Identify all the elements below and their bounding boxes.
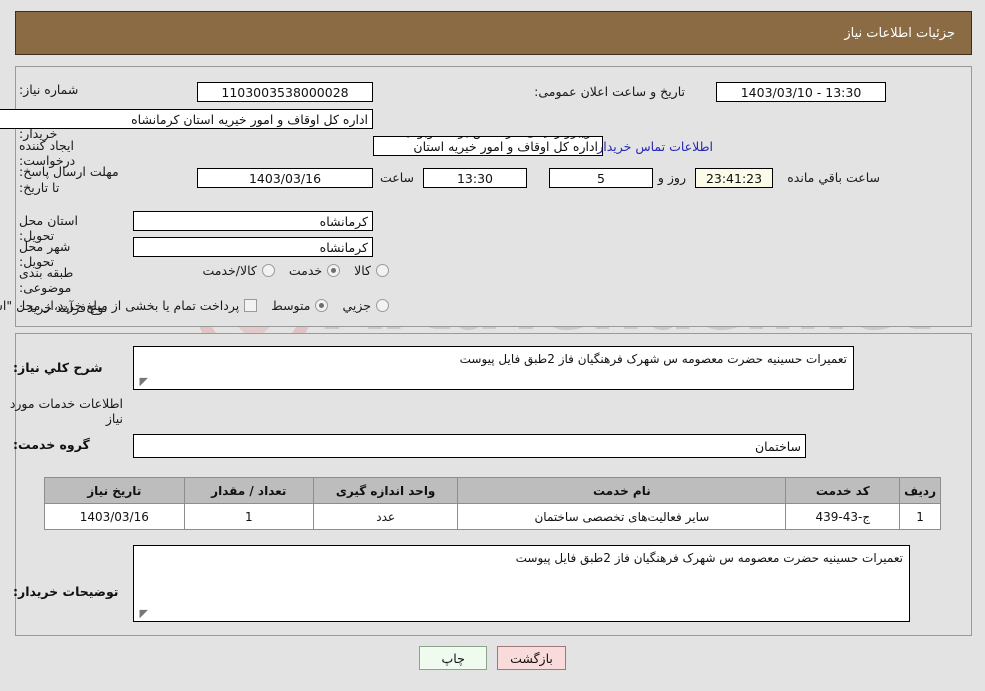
deadline-time: 13:30	[423, 168, 527, 188]
radio-kala-khedmat-label: کالا/خدمت	[202, 263, 257, 278]
buyer-notes-label: توضیحات خریدار:	[13, 584, 119, 599]
cell-code: ج-43-439	[785, 503, 901, 530]
purchase-process-options: جزیي متوسط پرداخت تمام یا بخشی از مبلغ خ…	[0, 298, 389, 313]
subject-class-options: کالا خدمت کالا/خدمت	[188, 263, 389, 278]
subject-class-label: طبقه بندی موضوعی:	[19, 265, 74, 295]
table-header-row: ردیف کد خدمت نام خدمت واحد اندازه گیری ت…	[44, 477, 941, 504]
table-row: 1 ج-43-439 سایر فعالیت‌های تخصصی ساختمان…	[44, 503, 941, 530]
request-creator-value: فریبرز رحیمی کارشناس برنامه وبودجه اداره…	[373, 136, 603, 156]
service-group-label: گروه خدمت:	[13, 437, 90, 452]
radio-motavaset-label: متوسط	[271, 298, 311, 313]
radio-jozi[interactable]	[376, 299, 389, 312]
cell-need-date: 1403/03/16	[44, 503, 185, 530]
radio-khedmat[interactable]	[327, 264, 341, 277]
announce-datetime-value: 13:30 - 1403/03/10	[716, 82, 886, 102]
announce-datetime-label: تاریخ و ساعت اعلان عمومی:	[534, 84, 685, 99]
radio-kala-label: کالا	[354, 263, 371, 278]
general-desc-value: تعمیرات حسینیه حضرت معصومه س شهرک فرهنگی…	[459, 352, 847, 366]
deadline-time-label: ساعت	[379, 170, 414, 185]
cell-name: سایر فعالیت‌های تخصصی ساختمان	[457, 503, 787, 530]
buyer-contact-link[interactable]: اطلاعات تماس خریدار	[597, 139, 713, 154]
deadline-days: 5	[549, 168, 653, 188]
radio-kala-khedmat[interactable]	[261, 264, 275, 277]
deadline-countdown-label: ساعت باقي مانده	[787, 170, 880, 185]
back-button[interactable]: بازگشت	[497, 646, 566, 670]
cell-unit: عدد	[312, 503, 459, 530]
need-number-value: 1103003538000028	[197, 82, 373, 102]
page-title-bar: جزئیات اطلاعات نیاز	[15, 11, 972, 55]
delivery-province-value: کرمانشاه	[133, 211, 373, 231]
cell-qty: 1	[183, 503, 315, 530]
resize-grip-icon[interactable]: ◤	[136, 376, 148, 388]
general-desc-label: شرح کلي نیاز:	[13, 360, 103, 375]
deadline-label: مهلت ارسال پاسخ: تا تاریخ:	[19, 164, 119, 195]
general-desc-textarea[interactable]: تعمیرات حسینیه حضرت معصومه س شهرک فرهنگی…	[133, 346, 854, 390]
cell-row: 1	[899, 503, 941, 530]
service-group-value: ساختمان	[133, 434, 806, 458]
summary-panel	[15, 66, 972, 327]
col-name: نام خدمت	[457, 477, 787, 504]
page-title: جزئیات اطلاعات نیاز	[844, 25, 955, 41]
services-section-title: اطلاعات خدمات مورد نیاز	[9, 396, 123, 426]
deadline-countdown: 23:41:23	[695, 168, 773, 188]
treasury-docs-checkbox[interactable]	[244, 299, 258, 312]
buyer-notes-value: تعمیرات حسینیه حضرت معصومه س شهرک فرهنگی…	[515, 551, 903, 565]
treasury-docs-text: پرداخت تمام یا بخشی از مبلغ خرید،از محل …	[0, 298, 240, 313]
col-need-date: تاریخ نیاز	[44, 477, 185, 504]
buyer-notes-textarea[interactable]: تعمیرات حسینیه حضرت معصومه س شهرک فرهنگی…	[133, 545, 910, 622]
radio-kala[interactable]	[376, 264, 389, 277]
delivery-city-value: کرمانشاه	[133, 237, 373, 257]
footer-actions: بازگشت چاپ	[0, 646, 985, 670]
deadline-days-label: روز و	[657, 170, 686, 185]
need-number-label: شماره نیاز:	[19, 82, 79, 97]
resize-grip-icon[interactable]: ◤	[136, 608, 148, 620]
deadline-date: 1403/03/16	[197, 168, 373, 188]
col-row: ردیف	[899, 477, 941, 504]
radio-jozi-label: جزیي	[342, 298, 371, 313]
services-table: ردیف کد خدمت نام خدمت واحد اندازه گیری ت…	[44, 477, 941, 530]
radio-motavaset[interactable]	[315, 299, 329, 312]
field-need-number: شماره نیاز:	[13, 82, 105, 97]
buyer-org-value: اداره کل اوقاف و امور خیریه استان کرمانش…	[0, 109, 373, 129]
radio-khedmat-label: خدمت	[288, 263, 323, 278]
col-code: کد خدمت	[785, 477, 901, 504]
col-qty: تعداد / مقدار	[183, 477, 315, 504]
print-button[interactable]: چاپ	[419, 646, 488, 670]
col-unit: واحد اندازه گیری	[312, 477, 459, 504]
page-root: ArtaTender.net جزئیات اطلاعات نیاز شماره…	[0, 0, 985, 691]
